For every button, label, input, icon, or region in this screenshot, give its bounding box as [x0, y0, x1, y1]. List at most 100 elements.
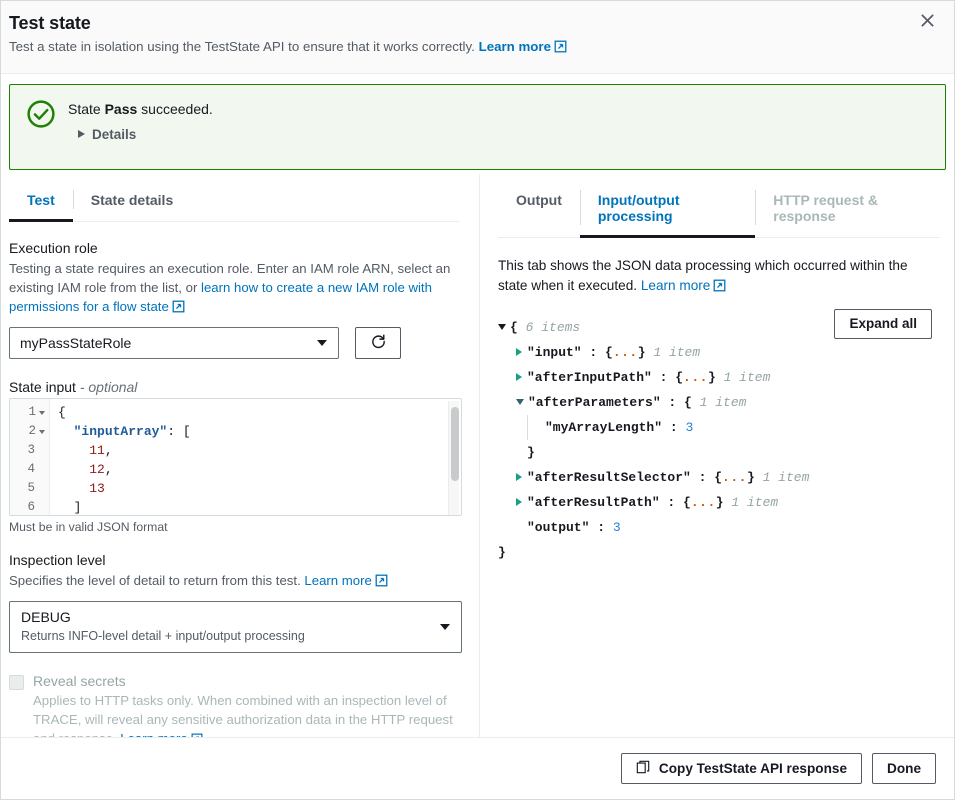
tree-node[interactable]: "afterInputPath" : {...} 1 item [498, 365, 940, 390]
reveal-secrets-field: Reveal secrets Applies to HTTP tasks onl… [9, 673, 459, 737]
tree-node-key: "afterResultPath" [527, 490, 660, 515]
tree-guide-line [527, 415, 528, 440]
editor-line-number: 1 [10, 403, 49, 422]
json-tree-viewer: { 6 items"input" : {...} 1 item"afterInp… [498, 315, 940, 565]
inspection-level-select[interactable]: DEBUG Returns INFO-level detail + input/… [9, 601, 462, 653]
inspection-level-learn-more-link[interactable]: Learn more [304, 573, 371, 588]
right-pane: Output Input/output processing HTTP requ… [480, 174, 954, 737]
alert-message: State Pass succeeded. [68, 101, 213, 117]
inspection-level-field: Inspection level Specifies the level of … [9, 552, 459, 653]
page-subtitle-text: Test a state in isolation using the Test… [9, 39, 475, 54]
tree-brace-open: { [714, 465, 722, 490]
editor-line-number: 6 [10, 498, 49, 516]
header-learn-more-link[interactable]: Learn more [479, 39, 551, 54]
modal-body: Test State details Execution role Testin… [1, 174, 954, 737]
editor-line-number: 4 [10, 460, 49, 479]
tree-separator: : [660, 490, 683, 515]
code-token: 13 [89, 481, 105, 496]
right-pane-learn-more-link[interactable]: Learn more [641, 278, 711, 293]
tree-collapsed-dots: ... [683, 365, 708, 390]
chevron-down-icon[interactable] [498, 324, 506, 330]
tree-separator: : [662, 415, 685, 440]
reveal-secrets-description: Applies to HTTP tasks only. When combine… [33, 691, 453, 737]
tree-node: } [498, 440, 940, 465]
editor-code-line: 11, [58, 441, 461, 460]
code-token: , [105, 443, 113, 458]
modal-footer: Copy TestState API response Done [1, 737, 954, 799]
tree-node-count: 1 item [646, 340, 701, 365]
state-input-field: State input - optional 123456 { "inputAr… [9, 379, 459, 534]
chevron-right-icon[interactable] [516, 348, 522, 356]
copy-api-response-button[interactable]: Copy TestState API response [621, 753, 862, 784]
fold-toggle-icon[interactable] [39, 430, 45, 434]
chevron-right-icon[interactable] [516, 473, 522, 481]
close-button[interactable] [912, 7, 942, 37]
tree-node-key: "input" [527, 340, 582, 365]
tree-collapsed-dots: ... [722, 465, 747, 490]
fold-toggle-icon[interactable] [39, 411, 45, 415]
tree-node[interactable]: "afterParameters" : { 1 item [498, 390, 940, 415]
execution-role-field: Execution role Testing a state requires … [9, 240, 459, 359]
execution-role-description: Testing a state requires an execution ro… [9, 259, 459, 318]
tree-node-key: "output" [527, 515, 589, 540]
code-token: 11 [89, 443, 105, 458]
tree-node[interactable]: "input" : {...} 1 item [498, 340, 940, 365]
details-expander[interactable]: Details [78, 127, 213, 142]
chevron-right-icon [78, 130, 85, 138]
editor-scrollbar[interactable] [448, 401, 459, 515]
code-token: { [58, 405, 66, 420]
tree-root-node[interactable]: { 6 items [498, 315, 940, 340]
state-input-hint: Must be in valid JSON format [9, 520, 459, 534]
tree-node-key: "afterParameters" [528, 390, 661, 415]
editor-code-line: 13 [58, 479, 461, 498]
reveal-secrets-text: Reveal secrets Applies to HTTP tasks onl… [33, 673, 453, 737]
tree-node[interactable]: "afterResultPath" : {...} 1 item [498, 490, 940, 515]
refresh-icon [370, 333, 387, 353]
tab-output[interactable]: Output [498, 182, 580, 238]
code-token: "inputArray" [74, 424, 168, 439]
editor-code-line: { [58, 403, 461, 422]
tree-node[interactable]: "afterResultSelector" : {...} 1 item [498, 465, 940, 490]
execution-role-select[interactable]: myPassStateRole [9, 327, 339, 359]
state-input-editor[interactable]: 123456 { "inputArray": [ 11, 12, 13 ] [9, 398, 462, 516]
success-check-icon [26, 99, 56, 132]
tree-collapsed-dots: ... [691, 490, 716, 515]
tree-brace-close: } [638, 340, 646, 365]
tab-input-output-processing[interactable]: Input/output processing [580, 182, 755, 238]
inspection-level-label: Inspection level [9, 552, 459, 568]
tree-node-value: 3 [685, 415, 693, 440]
tree-brace-close: } [716, 490, 724, 515]
execution-role-controls: myPassStateRole [9, 327, 459, 359]
tab-state-details[interactable]: State details [73, 182, 191, 222]
page-title: Test state [9, 13, 934, 34]
tab-test[interactable]: Test [9, 182, 73, 222]
code-token: , [105, 462, 113, 477]
refresh-roles-button[interactable] [355, 327, 401, 359]
tree-close-brace: } [527, 440, 535, 465]
done-button[interactable]: Done [872, 753, 936, 784]
tree-node-count: 1 item [755, 465, 810, 490]
editor-code-line: ] [58, 498, 461, 515]
tab-http-request-response: HTTP request & response [755, 182, 940, 238]
code-token [58, 443, 89, 458]
reveal-secrets-description-text: Applies to HTTP tasks only. When combine… [33, 693, 453, 737]
editor-code[interactable]: { "inputArray": [ 11, 12, 13 ] [50, 399, 461, 515]
tree-brace-open: { [675, 365, 683, 390]
chevron-down-icon[interactable] [516, 399, 524, 405]
copy-api-response-label: Copy TestState API response [659, 761, 847, 776]
state-input-label-text: State input [9, 379, 76, 395]
editor-scrollbar-thumb[interactable] [451, 407, 459, 481]
tree-root-brace: { [510, 315, 518, 340]
alert-text-prefix: State [68, 101, 105, 117]
tree-node-count: 1 item [724, 490, 779, 515]
right-tabs: Output Input/output processing HTTP requ… [498, 182, 940, 238]
chevron-right-icon[interactable] [516, 373, 522, 381]
code-token: : [ [167, 424, 190, 439]
chevron-down-icon [440, 624, 450, 630]
tree-brace-close: } [708, 365, 716, 390]
page-subtitle: Test a state in isolation using the Test… [9, 38, 934, 59]
chevron-right-icon[interactable] [516, 498, 522, 506]
reveal-secrets-checkbox[interactable] [9, 675, 24, 690]
test-state-modal: Test state Test a state in isolation usi… [0, 0, 955, 800]
external-link-icon [554, 40, 567, 59]
